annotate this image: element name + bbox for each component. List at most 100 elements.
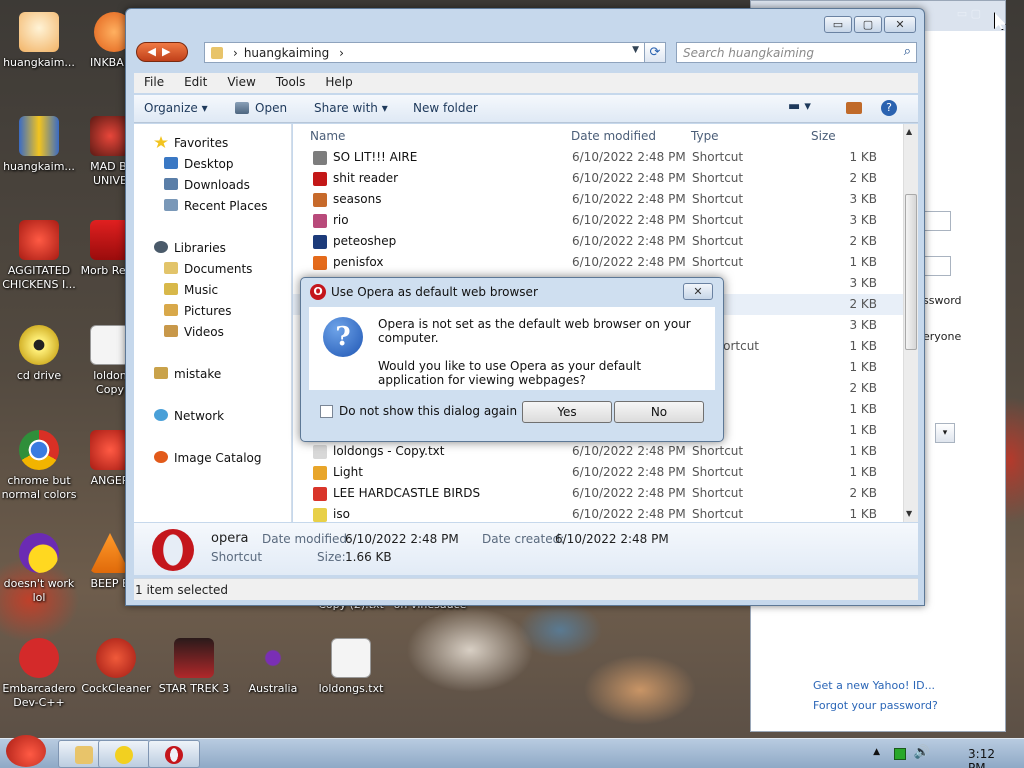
desktop-icon-loldongs[interactable]: loldongs.txt [309,638,393,696]
desktop-icon-australia[interactable]: Australia [231,638,315,696]
table-row[interactable]: LEE HARDCASTLE BIRDS 6/10/2022 2:48 PM Sho… [293,483,905,504]
search-icon[interactable]: ⌕ [904,44,911,59]
dialog-close-button[interactable]: ✕ [683,283,713,300]
file-shortcut-icon [313,193,327,207]
yahoo-id-field[interactable] [921,211,951,231]
desktop-icon-chrome[interactable]: chrome but normal colors [0,430,81,502]
opera-icon [165,746,183,764]
desktop-icon-star-trek-3[interactable]: STAR TREK 3 [152,638,236,696]
start-button[interactable] [2,733,48,768]
forgot-password-link[interactable]: Forgot your password? [813,699,938,712]
scroll-down-icon[interactable]: ▼ [906,509,912,518]
nav-image-catalog[interactable]: Image Catalog [154,451,261,465]
desktop-icon-aggitated-chickens[interactable]: AGGITATED CHICKENS I... [0,220,81,292]
column-header-type[interactable]: Type [691,129,719,143]
change-view-icon[interactable]: ▬ ▾ [788,99,811,114]
menu-help[interactable]: Help [315,73,362,93]
scrollbar-thumb[interactable] [905,194,917,350]
share-with-button[interactable]: Share with ▾ [314,101,388,115]
nav-videos[interactable]: Videos [164,325,224,339]
documents-icon [164,262,178,274]
open-button[interactable]: Open [255,101,287,115]
menu-file[interactable]: File [134,73,174,93]
nav-music[interactable]: Music [164,283,218,297]
get-new-yahoo-id-link[interactable]: Get a new Yahoo! ID... [813,679,935,692]
type-cell: Shortcut [692,150,744,164]
maximize-button[interactable]: ▢ [854,16,882,33]
organize-button[interactable]: Organize ▾ [144,101,208,115]
opera-default-browser-dialog: O Use Opera as default web browser ✕ ? O… [300,277,724,442]
minimize-button[interactable]: ▭ [824,16,852,33]
table-row[interactable]: loldongs - Copy.txt 6/10/2022 2:48 PM Shor… [293,441,905,462]
size-cell: 3 KB [849,213,877,227]
search-input[interactable]: Search huangkaiming ⌕ [676,42,917,63]
status-dropdown[interactable]: ▾ [935,423,955,443]
column-header-name[interactable]: Name [310,129,345,143]
yahoo-window-controls[interactable]: ▭ ▢ [957,7,981,20]
yes-button[interactable]: Yes [522,401,612,423]
desktop-icon-ccleaner[interactable]: CockCleaner [74,638,158,696]
clock[interactable]: 3:12 PM [968,747,995,768]
desktop-icon-huangkaiming-2[interactable]: huangkaim... [0,116,81,174]
new-folder-button[interactable]: New folder [413,101,478,115]
desktop-icon-huangkaiming-1[interactable]: huangkaim... [0,12,81,70]
nav-network[interactable]: Network [154,409,224,423]
vlc-cone-icon [90,533,130,573]
navigation-bar: ◀▶ › huangkaiming › ▼ ⟳ Search huangkaimi… [136,42,917,64]
table-row[interactable]: rio 6/10/2022 2:48 PM Shortcut 3 KB [293,210,905,231]
do-not-show-label[interactable]: Do not show this dialog again [339,404,517,418]
nav-libraries[interactable]: Libraries [154,241,226,255]
scroll-up-icon[interactable]: ▲ [906,127,912,136]
help-icon[interactable]: ? [881,100,897,116]
menu-tools[interactable]: Tools [266,73,316,93]
refresh-button[interactable]: ⟳ [644,42,666,63]
volume-icon[interactable]: 🔊 [914,745,930,760]
table-row[interactable]: peteoshep 6/10/2022 2:48 PM Shortcut 2 KB [293,231,905,252]
do-not-show-checkbox[interactable] [320,405,333,418]
table-row[interactable]: Light 6/10/2022 2:48 PM Shortcut 1 KB [293,462,905,483]
desktop-icon-cd-drive[interactable]: cd drive [0,325,81,383]
column-header-size[interactable]: Size [811,129,836,143]
size-cell: 3 KB [849,192,877,206]
address-bar[interactable]: › huangkaiming › ▼ [204,42,666,63]
table-row[interactable]: SO LIT!!! AIRE 6/10/2022 2:48 PM Shortcut 1… [293,147,905,168]
taskbar-opera-button[interactable] [148,740,200,768]
menu-edit[interactable]: Edit [174,73,217,93]
address-dropdown-icon[interactable]: ▼ [632,45,639,55]
file-shortcut-icon [313,256,327,270]
nav-recent-places[interactable]: Recent Places [164,199,267,213]
show-hidden-icons-button[interactable]: ▲ [873,747,880,757]
nav-favorites[interactable]: Favorites [154,136,228,150]
desktop-icon-dev-cpp[interactable]: Embarcadero Dev-C++ [0,638,81,710]
details-date-created-label: Date created: [482,532,565,546]
yahoo-password-field[interactable] [921,256,951,276]
taskbar: ▲ 🔊 3:12 PM [0,735,1024,768]
table-row[interactable]: shit reader 6/10/2022 2:48 PM Shortcut 2 KB [293,168,905,189]
file-name-cell: SO LIT!!! AIRE [333,150,418,164]
preview-pane-icon[interactable] [846,102,862,114]
table-row[interactable]: iso 6/10/2022 2:48 PM Shortcut 1 KB [293,504,905,525]
date-modified-cell: 6/10/2022 2:48 PM [572,507,686,521]
type-cell: Shortcut [692,255,744,269]
nav-pictures[interactable]: Pictures [164,304,232,318]
taskbar-yahoo-button[interactable] [98,740,150,768]
column-header-date[interactable]: Date modified [571,129,656,143]
desktop-icon-yahoo-messenger[interactable]: doesn't work lol [0,533,81,605]
type-cell: Shortcut [692,234,744,248]
table-row[interactable]: penisfox 6/10/2022 2:48 PM Shortcut 1 KB [293,252,905,273]
address-path[interactable]: huangkaiming [244,46,329,60]
nav-favorites-label: Favorites [174,136,229,150]
no-button[interactable]: No [614,401,704,423]
back-forward-buttons[interactable]: ◀▶ [136,42,188,62]
menu-view[interactable]: View [217,73,265,93]
nav-downloads[interactable]: Downloads [164,178,250,192]
nav-documents[interactable]: Documents [164,262,252,276]
close-button[interactable]: ✕ [884,16,916,33]
nav-mistake[interactable]: mistake [154,367,221,381]
window-caption-buttons: ▭ ▢ ✕ [824,16,916,33]
network-tray-icon[interactable] [894,748,906,760]
size-cell: 1 KB [849,444,877,458]
vertical-scrollbar[interactable]: ▲ ▼ [903,124,918,522]
table-row[interactable]: seasons 6/10/2022 2:48 PM Shortcut 3 KB [293,189,905,210]
nav-desktop[interactable]: Desktop [164,157,234,171]
